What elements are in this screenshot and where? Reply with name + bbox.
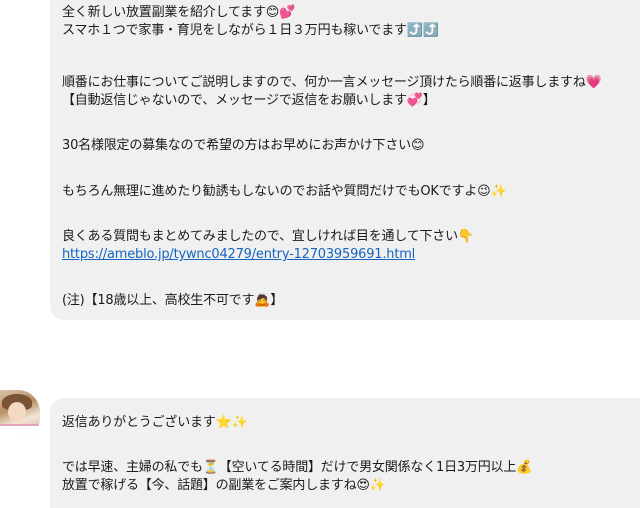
sender-avatar[interactable]: [0, 390, 40, 440]
message-line: 30名様限定の募集なので希望の方はお早めにお声かけ下さい😊: [62, 138, 425, 153]
blog-link[interactable]: https://ameblo.jp/tywnc04279/entry-12703…: [62, 246, 415, 264]
message-line: 【自動返信じゃないので、メッセージで返信をお願いします💞】: [62, 93, 436, 108]
message-line: では早速、主婦の私でも⏳【空いてる時間】だけで男女関係なく1日3万円以上💰: [62, 460, 533, 475]
message-line: もちろん無理に進めたり勧誘もしないのでお話や質問だけでもOKですよ😉✨: [62, 184, 507, 199]
message-line: スマホ１つで家事・育児をしながら１日３万円も稼いでます⤴️⤴️: [62, 23, 439, 38]
message-bubble-incoming: 全く新しい放置副業を紹介してます😊💕 スマホ１つで家事・育児をしながら１日３万円…: [50, 0, 640, 320]
message-line: 良くある質問もまとめてみましたので、宜しければ目を通して下さい👇: [62, 229, 474, 244]
message-line: (注)【18歳以上、高校生不可です🙇】: [62, 293, 284, 308]
message-line: 順番にお仕事についてご説明しますので、何か一言メッセージ頂けたら順番に返事します…: [62, 75, 602, 90]
avatar-face: [8, 402, 26, 422]
message-line: 全く新しい放置副業を紹介してます😊💕: [62, 5, 296, 20]
message-line: 放置で稼げる【今、話題】の副業をご案内しますね😍✨: [62, 478, 386, 493]
message-line: 返信ありがとうございます⭐✨: [62, 415, 248, 430]
message-bubble-incoming: 返信ありがとうございます⭐✨ では早速、主婦の私でも⏳【空いてる時間】だけで男女…: [50, 398, 640, 508]
avatar-shirt: [0, 424, 40, 440]
